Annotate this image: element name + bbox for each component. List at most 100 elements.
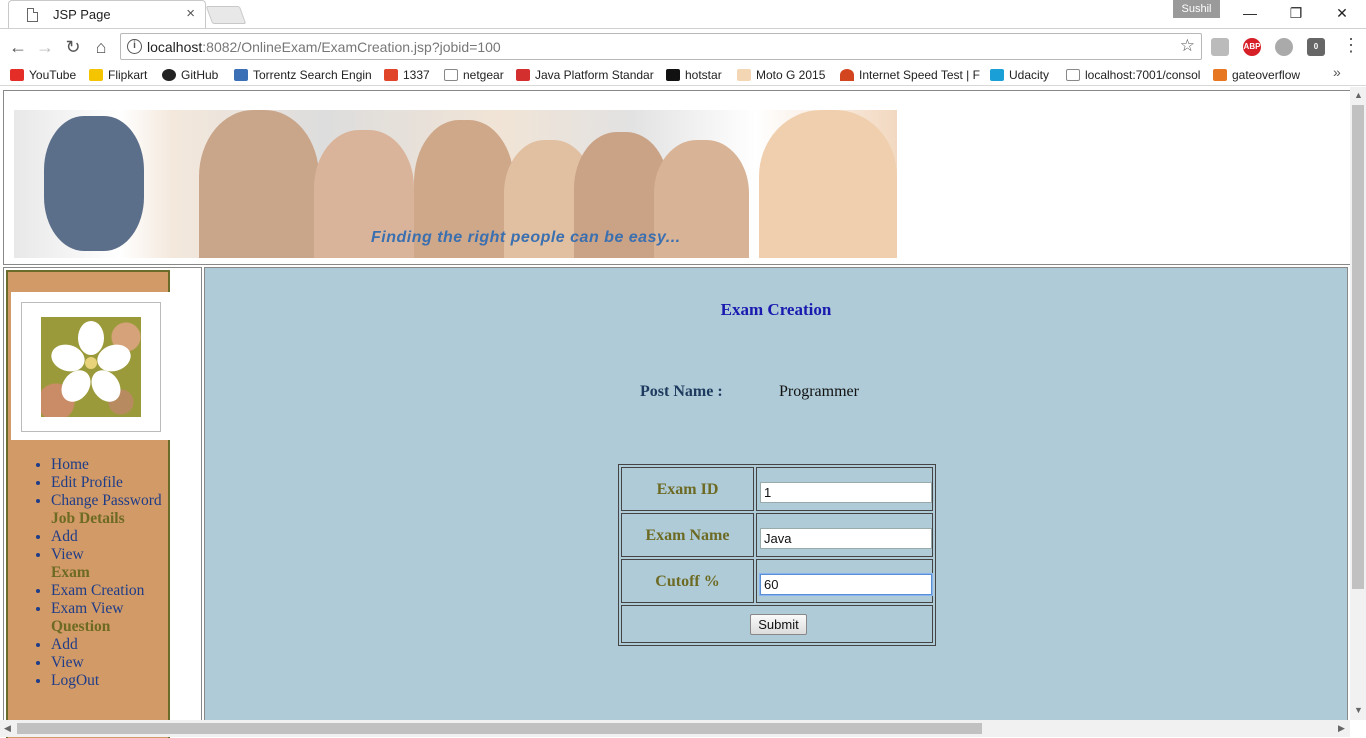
scroll-up-arrow-icon[interactable]: ▲: [1354, 90, 1363, 100]
cutoff-input[interactable]: [759, 573, 933, 596]
bookmark-hotstar[interactable]: hotstar: [666, 66, 722, 84]
chrome-menu-icon[interactable]: ⋮: [1342, 35, 1360, 56]
minimize-button[interactable]: —: [1227, 0, 1273, 28]
bookmark-flipkart[interactable]: Flipkart: [89, 66, 147, 84]
page-icon: [1066, 69, 1080, 81]
menu-heading-job-details: Job Details: [51, 510, 125, 527]
exam-name-input-cell: [756, 513, 933, 557]
scroll-right-arrow-icon[interactable]: ▶: [1338, 723, 1345, 734]
menu-job-add[interactable]: Add: [51, 528, 162, 546]
submit-cell: Submit: [621, 605, 933, 643]
exam-id-label-cell: Exam ID: [621, 467, 754, 511]
menu-change-password[interactable]: Change Password: [51, 492, 162, 510]
exam-name-input[interactable]: [760, 528, 932, 549]
reload-icon[interactable]: ↻: [61, 35, 85, 59]
exam-name-label-cell: Exam Name: [621, 513, 754, 557]
post-name-value: Programmer: [779, 383, 859, 400]
github-icon: [162, 69, 176, 81]
forward-arrow-icon[interactable]: →: [33, 35, 57, 59]
vertical-scrollbar[interactable]: ▲ ▼: [1350, 87, 1366, 720]
bookmark-gateoverflow[interactable]: gateoverflow: [1213, 66, 1300, 84]
post-name-label: Post Name :: [640, 383, 723, 400]
bookmark-github[interactable]: GitHub: [162, 66, 218, 84]
menu-exam-creation[interactable]: Exam Creation: [51, 582, 162, 600]
bookmark-youtube[interactable]: YouTube: [10, 66, 76, 84]
cutoff-input-cell: [756, 559, 933, 603]
flower-logo-icon: [41, 317, 141, 417]
sidebar: Home Edit Profile Change Password Job De…: [6, 270, 171, 738]
speedtest-icon: [840, 69, 854, 81]
back-arrow-icon[interactable]: ←: [6, 35, 30, 59]
banner-tagline: Finding the right people can be easy...: [371, 229, 681, 246]
page-icon: [27, 8, 38, 22]
menu-question-add[interactable]: Add: [51, 636, 162, 654]
menu-exam-view[interactable]: Exam View: [51, 600, 162, 618]
bookmark-torrentz[interactable]: Torrentz Search Engin: [234, 66, 372, 84]
url-text: localhost:8082/OnlineExam/ExamCreation.j…: [147, 39, 501, 55]
header-frame: Finding the right people can be easy...: [3, 90, 1351, 265]
menu-question-view[interactable]: View: [51, 654, 162, 672]
cutoff-label-cell: Cutoff %: [621, 559, 754, 603]
horizontal-scrollbar[interactable]: ◀ ▶: [0, 720, 1350, 737]
vertical-scroll-thumb[interactable]: [1352, 105, 1364, 589]
browser-tab[interactable]: JSP Page ×: [8, 0, 206, 28]
bookmark-udacity[interactable]: Udacity: [990, 66, 1049, 84]
browser-toolbar: ← → ↻ ⌂ i localhost:8082/OnlineExam/Exam…: [0, 28, 1366, 64]
scroll-left-arrow-icon[interactable]: ◀: [4, 723, 11, 734]
bookmark-1337[interactable]: 1337: [384, 66, 430, 84]
sidebar-menu: Home Edit Profile Change Password Job De…: [31, 456, 162, 690]
horizontal-scroll-thumb[interactable]: [17, 723, 982, 734]
exam-name-label: Exam Name: [645, 527, 730, 544]
badge-extension-icon[interactable]: 0: [1307, 38, 1325, 56]
restore-button[interactable]: ❐: [1273, 0, 1319, 28]
menu-logout[interactable]: LogOut: [51, 672, 162, 690]
bookmark-localhost[interactable]: localhost:7001/consol: [1066, 66, 1200, 84]
bookmark-netgear[interactable]: netgear: [444, 66, 504, 84]
page-title: Exam Creation: [720, 300, 832, 319]
banner-image: Finding the right people can be easy...: [14, 110, 897, 258]
hotstar-icon: [666, 69, 680, 81]
bookmark-star-icon[interactable]: ☆: [1180, 36, 1195, 56]
content-frame: Exam Creation Post Name : Programmer Exa…: [204, 267, 1348, 737]
udacity-icon: [990, 69, 1004, 81]
address-bar[interactable]: i localhost:8082/OnlineExam/ExamCreation…: [120, 33, 1202, 60]
menu-job-view[interactable]: View: [51, 546, 162, 564]
menu-heading-question: Question: [51, 618, 111, 635]
sidebar-frame: Home Edit Profile Change Password Job De…: [3, 267, 202, 738]
menu-home[interactable]: Home: [51, 456, 162, 474]
close-window-button[interactable]: ✕: [1319, 0, 1365, 28]
bookmarks-bar: YouTube Flipkart GitHub Torrentz Search …: [0, 64, 1366, 86]
shield-extension-icon[interactable]: [1211, 38, 1229, 56]
bookmark-speedtest[interactable]: Internet Speed Test | F: [840, 66, 980, 84]
scroll-down-arrow-icon[interactable]: ▼: [1354, 705, 1363, 715]
bookmark-java[interactable]: Java Platform Standar: [516, 66, 654, 84]
youtube-icon: [10, 69, 24, 81]
submit-button[interactable]: Submit: [750, 614, 807, 635]
oracle-icon: [516, 69, 530, 81]
menu-heading-exam: Exam: [51, 564, 90, 581]
page-icon: [444, 69, 458, 81]
torrentz-icon: [234, 69, 248, 81]
new-tab-button[interactable]: [205, 6, 247, 24]
xda-icon: [737, 69, 751, 81]
home-icon[interactable]: ⌂: [89, 35, 113, 59]
page-viewport: Finding the right people can be easy...: [0, 87, 1366, 738]
more-bookmarks-icon[interactable]: »: [1333, 64, 1341, 80]
gateoverflow-icon: [1213, 69, 1227, 81]
logo: [11, 292, 171, 440]
exam-id-label: Exam ID: [656, 481, 719, 498]
tab-close-icon[interactable]: ×: [186, 5, 195, 22]
site-info-icon[interactable]: i: [127, 39, 142, 54]
adblock-extension-icon[interactable]: ABP: [1243, 38, 1261, 56]
profile-button[interactable]: Sushil: [1173, 0, 1220, 18]
cutoff-label: Cutoff %: [655, 573, 720, 590]
exam-id-input[interactable]: [760, 482, 932, 503]
bookmark-moto[interactable]: Moto G 2015: [737, 66, 825, 84]
menu-edit-profile[interactable]: Edit Profile: [51, 474, 162, 492]
flipkart-icon: [89, 69, 103, 81]
exam-id-input-cell: [756, 467, 933, 511]
exam-form-table: Exam ID Exam Name Cutoff % Submit: [618, 464, 936, 646]
tab-title: JSP Page: [53, 7, 111, 22]
x-icon: [384, 69, 398, 81]
extension-icon[interactable]: [1275, 38, 1293, 56]
